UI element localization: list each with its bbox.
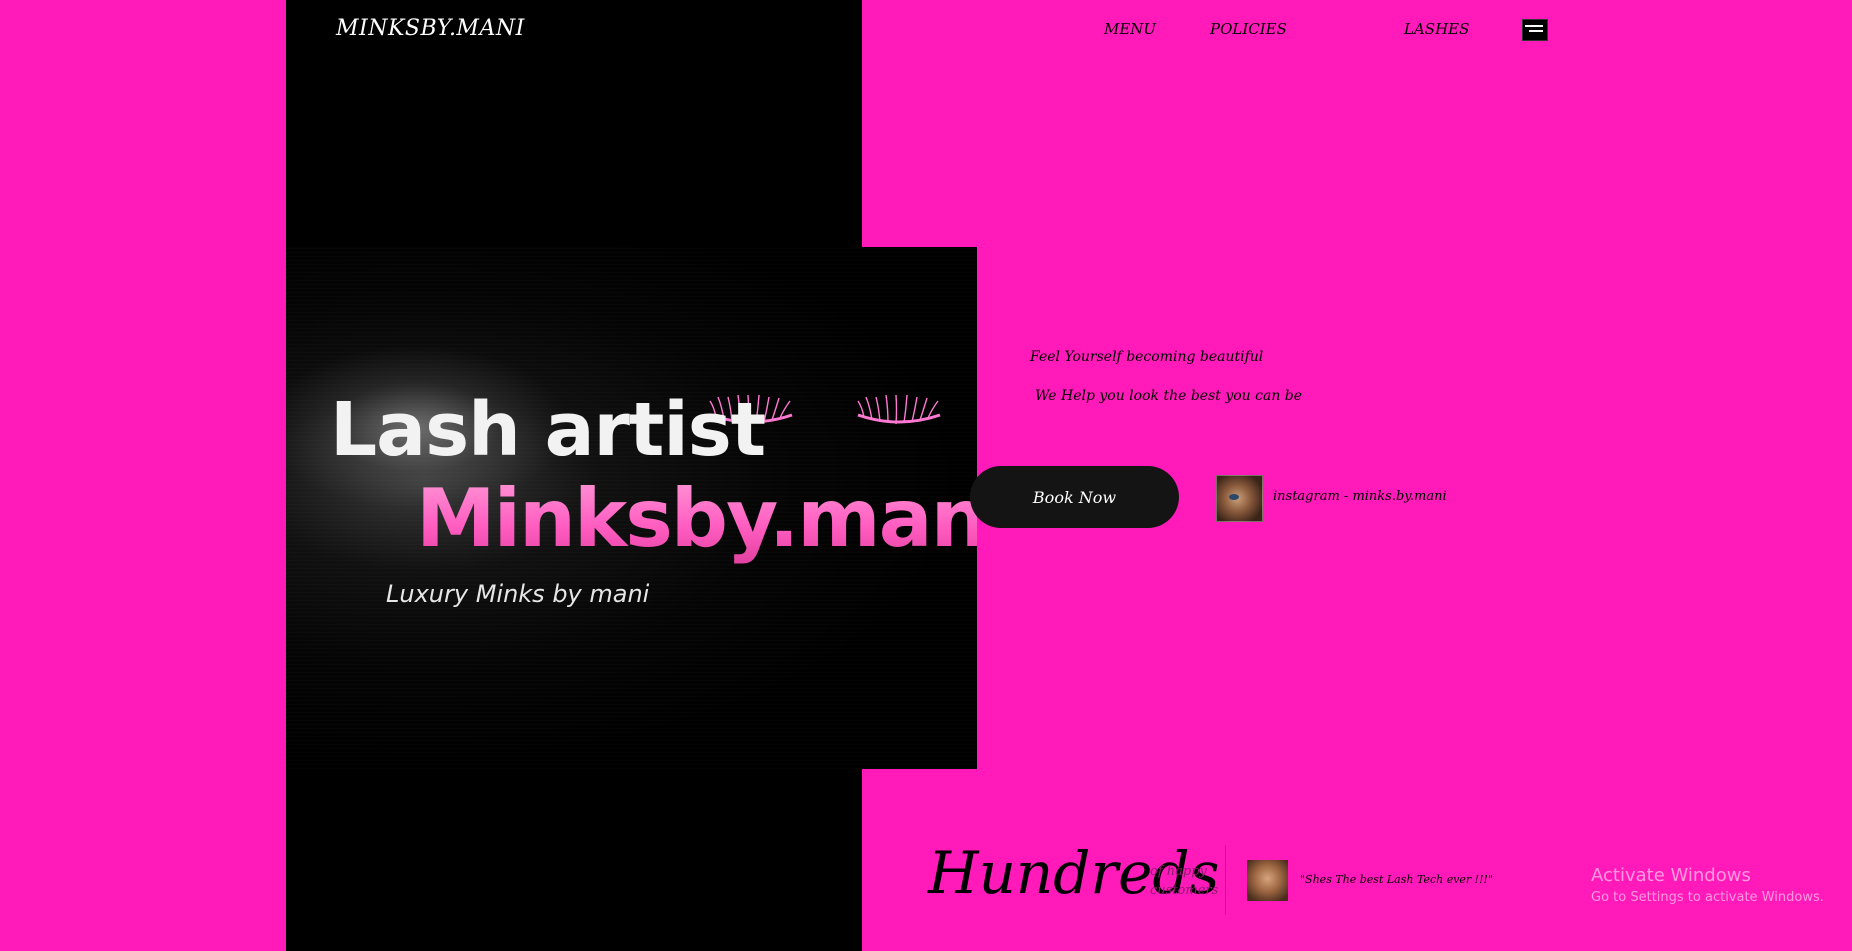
stats-subtext-line1: of happy — [1150, 864, 1207, 879]
right-lash-icon — [857, 395, 941, 425]
hero-brand-name: Minksby.mani — [416, 472, 977, 565]
hero-tagline: Luxury Minks by mani — [386, 580, 650, 608]
activate-windows-watermark: Activate Windows Go to Settings to activ… — [1591, 865, 1824, 905]
instagram-avatar[interactable] — [1216, 475, 1263, 522]
stats-subtext: of happy customers — [1150, 862, 1218, 900]
nav-thumbnail-icon[interactable] — [1522, 19, 1548, 41]
hero-banner: Lash artist Minksby.mani Luxury Minks by… — [286, 247, 977, 769]
intro-tagline-1: Feel Yourself becoming beautiful — [1030, 349, 1264, 365]
hero-title: Lash artist — [330, 387, 766, 473]
instagram-link[interactable]: instagram - minks.by.mani — [1273, 489, 1447, 504]
stats-subtext-line2: customers — [1150, 883, 1219, 898]
nav-menu-link[interactable]: MENU — [1104, 20, 1156, 38]
stats-divider — [1225, 845, 1226, 915]
nav-policies-link[interactable]: POLICIES — [1210, 20, 1287, 38]
intro-tagline-2: We Help you look the best you can be — [1035, 388, 1303, 404]
main-nav: MENU POLICIES LASHES — [0, 20, 1852, 50]
page: MINKSBY.MANI MENU POLICIES LASHES Lash a… — [0, 0, 1852, 951]
review-avatar — [1247, 860, 1288, 901]
watermark-subtitle: Go to Settings to activate Windows. — [1591, 890, 1824, 905]
review-quote: "Shes The best Lash Tech ever !!!" — [1300, 873, 1494, 886]
nav-lashes-link[interactable]: LASHES — [1404, 20, 1469, 38]
book-now-button[interactable]: Book Now — [970, 466, 1179, 528]
watermark-title: Activate Windows — [1591, 865, 1751, 886]
